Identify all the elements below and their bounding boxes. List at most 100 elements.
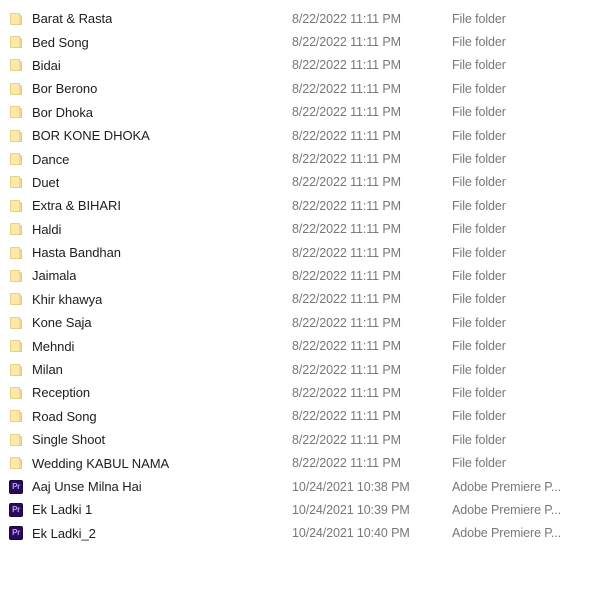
file-name: Dance — [32, 151, 70, 167]
cell-name[interactable]: Pr Ek Ladki 1 — [0, 502, 292, 518]
table-row[interactable]: Kone Saja 8/22/2022 11:11 PM File folder — [0, 311, 600, 334]
file-name: Ek Ladki_2 — [32, 525, 96, 541]
table-row[interactable]: Dance 8/22/2022 11:11 PM File folder — [0, 147, 600, 170]
folder-tab — [19, 318, 22, 329]
cell-date-modified: 8/22/2022 11:11 PM — [292, 268, 401, 283]
table-row[interactable]: Wedding KABUL NAMA 8/22/2022 11:11 PM File… — [0, 451, 600, 474]
cell-date-modified: 8/22/2022 11:11 PM — [292, 58, 401, 73]
folder-icon — [8, 57, 24, 73]
file-name: Bor Dhoka — [32, 104, 93, 120]
table-row[interactable]: Pr Aaj Unse Milna Hai 10/24/2021 10:38 PM A… — [0, 475, 600, 498]
file-name: Extra & BIHARI — [32, 198, 121, 214]
table-row[interactable]: Road Song 8/22/2022 11:11 PM File folder — [0, 405, 600, 428]
table-row[interactable]: Reception 8/22/2022 11:11 PM File folder — [0, 381, 600, 404]
table-row[interactable]: Single Shoot 8/22/2022 11:11 PM File folde… — [0, 428, 600, 451]
cell-date-modified: 8/22/2022 11:11 PM — [292, 175, 401, 190]
table-row[interactable]: Khir khawya 8/22/2022 11:11 PM File folder — [0, 288, 600, 311]
cell-name[interactable]: Single Shoot — [0, 432, 292, 448]
table-row[interactable]: BOR KONE DHOKA 8/22/2022 11:11 PM File fol… — [0, 124, 600, 147]
table-row[interactable]: Bor Berono 8/22/2022 11:11 PM File folder — [0, 77, 600, 100]
cell-name[interactable]: Road Song — [0, 408, 292, 424]
table-row[interactable]: Jaimala 8/22/2022 11:11 PM File folder — [0, 264, 600, 287]
table-row[interactable]: Milan 8/22/2022 11:11 PM File folder — [0, 358, 600, 381]
file-name: Single Shoot — [32, 432, 106, 448]
cell-name[interactable]: Hasta Bandhan — [0, 245, 292, 261]
cell-type: File folder — [452, 35, 506, 50]
cell-name[interactable]: BOR KONE DHOKA — [0, 128, 292, 144]
file-name: Ek Ladki 1 — [32, 502, 93, 518]
cell-type: File folder — [452, 385, 506, 400]
table-row[interactable]: Bed Song 8/22/2022 11:11 PM File folder — [0, 30, 600, 53]
cell-date-modified: 8/22/2022 11:11 PM — [292, 409, 401, 424]
folder-icon — [8, 221, 24, 237]
cell-type: File folder — [452, 362, 506, 377]
cell-name[interactable]: Wedding KABUL NAMA — [0, 455, 292, 471]
cell-date-modified: 8/22/2022 11:11 PM — [292, 128, 401, 143]
cell-name[interactable]: Jaimala — [0, 268, 292, 284]
cell-date-modified: 8/22/2022 11:11 PM — [292, 456, 401, 471]
cell-type: File folder — [452, 175, 506, 190]
folder-icon — [8, 128, 24, 144]
table-row[interactable]: Pr Ek Ladki_2 10/24/2021 10:40 PM Adobe Pre… — [0, 522, 600, 545]
table-row[interactable]: Barat & Rasta 8/22/2022 11:11 PM File fold… — [0, 7, 600, 30]
cell-name[interactable]: Haldi — [0, 221, 292, 237]
table-row[interactable]: Duet 8/22/2022 11:11 PM File folder — [0, 171, 600, 194]
premiere-icon-label: Pr — [12, 504, 20, 514]
file-name: Haldi — [32, 221, 62, 237]
table-row[interactable]: Bidai 8/22/2022 11:11 PM File folder — [0, 54, 600, 77]
file-list[interactable]: Barat & Rasta 8/22/2022 11:11 PM File fold… — [0, 0, 600, 545]
cell-name[interactable]: Bor Berono — [0, 81, 292, 97]
folder-icon — [8, 455, 24, 471]
cell-name[interactable]: Bed Song — [0, 34, 292, 50]
cell-type: File folder — [452, 105, 506, 120]
folder-tab — [19, 84, 22, 95]
table-row[interactable]: Hasta Bandhan 8/22/2022 11:11 PM File fold… — [0, 241, 600, 264]
cell-type: File folder — [452, 456, 506, 471]
folder-icon — [8, 81, 24, 97]
cell-name[interactable]: Extra & BIHARI — [0, 198, 292, 214]
premiere-icon-label: Pr — [12, 481, 20, 491]
folder-tab — [19, 225, 22, 236]
cell-name[interactable]: Pr Aaj Unse Milna Hai — [0, 479, 292, 495]
cell-date-modified: 10/24/2021 10:38 PM — [292, 479, 410, 494]
cell-date-modified: 8/22/2022 11:11 PM — [292, 198, 401, 213]
folder-tab — [19, 248, 22, 259]
table-row[interactable]: Bor Dhoka 8/22/2022 11:11 PM File folder — [0, 101, 600, 124]
file-name: Bor Berono — [32, 81, 98, 97]
cell-date-modified: 8/22/2022 11:11 PM — [292, 292, 401, 307]
cell-name[interactable]: Barat & Rasta — [0, 11, 292, 27]
table-row[interactable]: Haldi 8/22/2022 11:11 PM File folder — [0, 218, 600, 241]
cell-name[interactable]: Mehndi — [0, 338, 292, 354]
folder-icon — [8, 385, 24, 401]
cell-type: File folder — [452, 292, 506, 307]
folder-tab — [19, 271, 22, 282]
file-name: Aaj Unse Milna Hai — [32, 479, 142, 494]
folder-icon — [8, 338, 24, 354]
table-row[interactable]: Pr Ek Ladki 1 10/24/2021 10:39 PM Adobe Pre… — [0, 498, 600, 521]
cell-type: File folder — [452, 245, 506, 260]
cell-type: File folder — [452, 11, 506, 26]
cell-type: File folder — [452, 268, 506, 283]
cell-name[interactable]: Kone Saja — [0, 315, 292, 331]
table-row[interactable]: Extra & BIHARI 8/22/2022 11:11 PM File fol… — [0, 194, 600, 217]
cell-name[interactable]: Bidai — [0, 57, 292, 73]
cell-date-modified: 8/22/2022 11:11 PM — [292, 105, 401, 120]
cell-name[interactable]: Bor Dhoka — [0, 104, 292, 120]
file-name: Khir khawya — [32, 291, 103, 307]
cell-name[interactable]: Khir khawya — [0, 291, 292, 307]
cell-type: File folder — [452, 152, 506, 167]
cell-name[interactable]: Dance — [0, 151, 292, 167]
cell-date-modified: 10/24/2021 10:39 PM — [292, 502, 410, 517]
cell-name[interactable]: Pr Ek Ladki_2 — [0, 525, 292, 541]
cell-name[interactable]: Reception — [0, 385, 292, 401]
cell-type: Adobe Premiere P... — [452, 502, 562, 517]
file-name: Mehndi — [32, 338, 75, 354]
cell-date-modified: 8/22/2022 11:11 PM — [292, 432, 401, 447]
cell-date-modified: 10/24/2021 10:40 PM — [292, 526, 410, 541]
cell-name[interactable]: Milan — [0, 362, 292, 378]
cell-type: File folder — [452, 432, 506, 447]
cell-type: File folder — [452, 81, 506, 96]
table-row[interactable]: Mehndi 8/22/2022 11:11 PM File folder — [0, 334, 600, 357]
cell-name[interactable]: Duet — [0, 174, 292, 190]
file-name: Kone Saja — [32, 315, 92, 331]
